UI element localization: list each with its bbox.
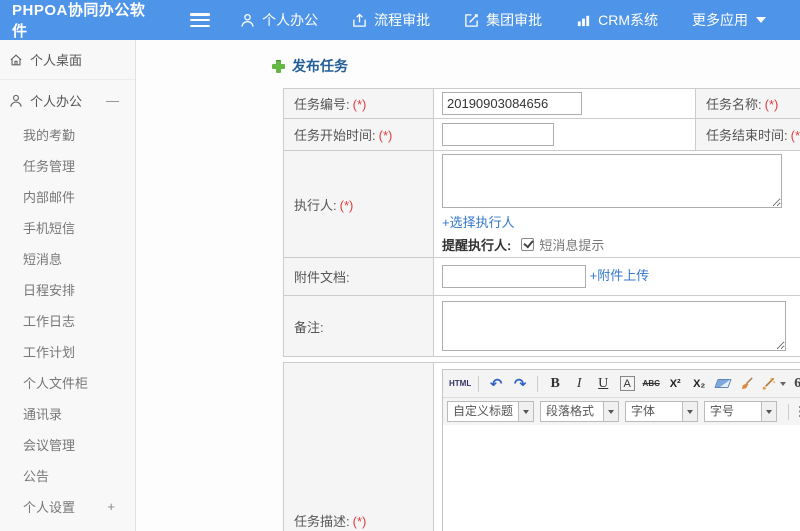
font-family-select[interactable]: 字体 [625,401,698,422]
description-section: 任务描述: (*) HTML ↶ ↷ B I U A ABC X² X₂ 6 自… [283,362,800,531]
sidebar-item-file-cabinet[interactable]: 个人文件柜 [0,367,135,398]
editor-content-area[interactable] [443,425,800,531]
executor-label: 执行人: (*) [283,150,434,258]
eraser-icon[interactable] [712,373,734,394]
edit-square-icon [465,13,478,27]
home-icon [10,53,22,65]
superscript-button[interactable]: X² [664,373,686,394]
workflow-icon [353,12,366,27]
bar-chart-icon [577,15,590,26]
editor-toolbar-row-1: HTML ↶ ↷ B I U A ABC X² X₂ 6 [443,370,800,398]
top-nav: 个人办公 流程审批 集团审批 CRM系统 更多应用 [240,10,800,30]
strikethrough-button[interactable]: ABC [640,373,662,394]
nav-personal-office[interactable]: 个人办公 [240,10,318,30]
sidebar-item-desktop[interactable]: 个人桌面 [0,40,135,80]
page-title: 发布任务 [272,56,800,76]
italic-button[interactable]: I [568,373,590,394]
format-brush-icon[interactable] [736,373,758,394]
sidebar-item-attendance[interactable]: 我的考勤 [0,119,135,150]
nav-workflow-approval[interactable]: 流程审批 [352,10,430,30]
sidebar: 个人桌面 个人办公 — 我的考勤 任务管理 内部邮件 手机短信 短消息 日程安排… [0,40,136,531]
main-content: 发布任务 任务编号:(*) 任务名称:(*) 任务开始时间:(*) [136,40,800,531]
custom-heading-select[interactable]: 自定义标题 [447,401,534,422]
editor-toolbar-row-2: 自定义标题 段落格式 字体 字号 [443,398,800,425]
remind-executor-label: 提醒执行人: [442,238,512,253]
select-caret-icon[interactable] [604,401,619,422]
collapse-icon[interactable]: — [106,93,123,108]
subscript-button[interactable]: X₂ [688,373,710,394]
nav-more-apps[interactable]: 更多应用 [692,10,766,30]
select-caret-icon[interactable] [762,401,777,422]
select-caret-icon[interactable] [683,401,698,422]
sidebar-group-personal-settings[interactable]: 个人设置 + [0,491,135,522]
remark-label: 备注: [283,295,434,357]
blockquote-button[interactable]: 66 [789,373,800,394]
start-time-input[interactable] [442,123,554,146]
sidebar-item-short-message[interactable]: 短消息 [0,243,135,274]
app-logo: PHPOA协同办公软件 [12,2,146,40]
task-name-label: 任务名称: (*) [695,88,800,119]
sidebar-item-work-plan[interactable]: 工作计划 [0,336,135,367]
attachment-label: 附件文档: [283,257,434,296]
user-icon [10,94,22,107]
undo-icon[interactable]: ↶ [485,373,507,394]
attachment-input[interactable] [442,265,586,289]
sms-remind-label: 短消息提示 [539,238,605,253]
attachment-upload-link[interactable]: +附件上传 [590,268,650,283]
sidebar-item-schedule[interactable]: 日程安排 [0,274,135,305]
align-left-icon[interactable] [795,401,800,422]
caret-down-icon [756,17,766,23]
topbar: PHPOA协同办公软件 个人办公 流程审批 集团审批 CRM系统 更多应用 [0,0,800,40]
underline-button[interactable]: U [592,373,614,394]
select-caret-icon[interactable] [519,401,534,422]
add-icon [272,59,285,73]
paragraph-format-select[interactable]: 段落格式 [540,401,619,422]
task-number-label: 任务编号: (*) [283,88,434,119]
rich-text-editor: HTML ↶ ↷ B I U A ABC X² X₂ 6 自定义标题 段落格式 … [442,369,800,531]
start-time-label: 任务开始时间: (*) [283,118,434,151]
sidebar-item-internal-mail[interactable]: 内部邮件 [0,181,135,212]
bold-button[interactable]: B [544,373,566,394]
remark-textarea[interactable] [442,301,786,351]
task-number-input[interactable] [442,92,582,115]
person-icon [241,13,254,27]
html-source-button[interactable]: HTML [448,373,472,394]
font-size-select[interactable]: 字号 [704,401,777,422]
sidebar-item-announcement[interactable]: 公告 [0,460,135,491]
executor-textarea[interactable] [442,154,782,208]
task-form: 任务编号:(*) 任务名称:(*) 任务开始时间:(*) 任务结束时间:(*) [283,88,800,357]
end-time-label: 任务结束时间:(*) [695,118,800,151]
description-label: 任务描述: (*) [283,362,434,531]
sms-remind-checkbox[interactable] [521,238,535,251]
nav-group-approval[interactable]: 集团审批 [464,10,542,30]
highlight-button[interactable]: A [616,373,638,394]
magic-wand-icon[interactable] [760,373,787,394]
menu-icon[interactable] [190,13,211,27]
nav-crm-system[interactable]: CRM系统 [576,10,658,30]
expand-icon[interactable]: + [107,499,131,514]
sidebar-item-work-log[interactable]: 工作日志 [0,305,135,336]
sidebar-group-personal-office[interactable]: 个人办公 — [0,80,135,119]
sidebar-item-notice[interactable]: 通知 [0,522,135,531]
choose-executor-link[interactable]: +选择执行人 [442,215,515,230]
sidebar-item-task-management[interactable]: 任务管理 [0,150,135,181]
sidebar-item-contacts[interactable]: 通讯录 [0,398,135,429]
sidebar-item-meeting[interactable]: 会议管理 [0,429,135,460]
redo-icon[interactable]: ↷ [509,373,531,394]
sidebar-item-sms[interactable]: 手机短信 [0,212,135,243]
